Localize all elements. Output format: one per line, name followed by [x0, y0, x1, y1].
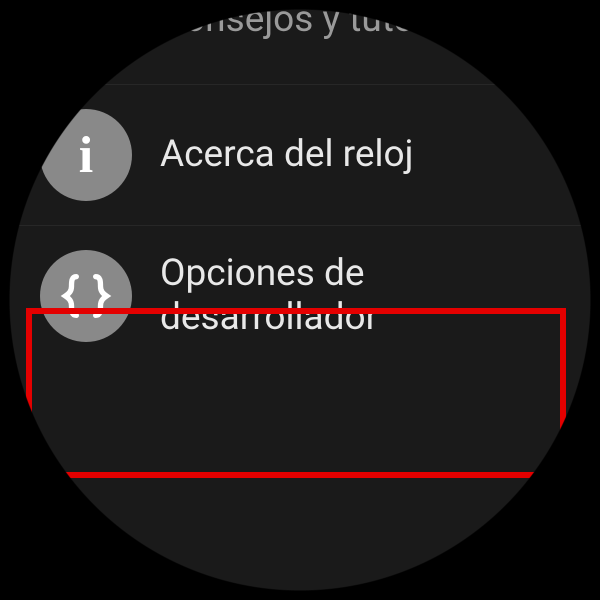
info-icon: i — [40, 109, 132, 201]
menu-item-about[interactable]: i Acerca del reloj — [0, 85, 600, 226]
menu-item-label: Consejos y tutoriales — [160, 0, 504, 42]
menu-item-label: Opciones de desarrollador — [160, 252, 560, 341]
settings-menu: Consejos y tutoriales i Acerca del reloj… — [0, 0, 600, 390]
watch-screen: Consejos y tutoriales i Acerca del reloj… — [0, 0, 600, 600]
menu-item-tips[interactable]: Consejos y tutoriales — [0, 0, 600, 85]
braces-icon — [40, 250, 132, 342]
tips-icon — [40, 0, 132, 66]
menu-item-label: Acerca del reloj — [160, 133, 413, 177]
menu-item-developer-options[interactable]: Opciones de desarrollador — [0, 226, 600, 390]
